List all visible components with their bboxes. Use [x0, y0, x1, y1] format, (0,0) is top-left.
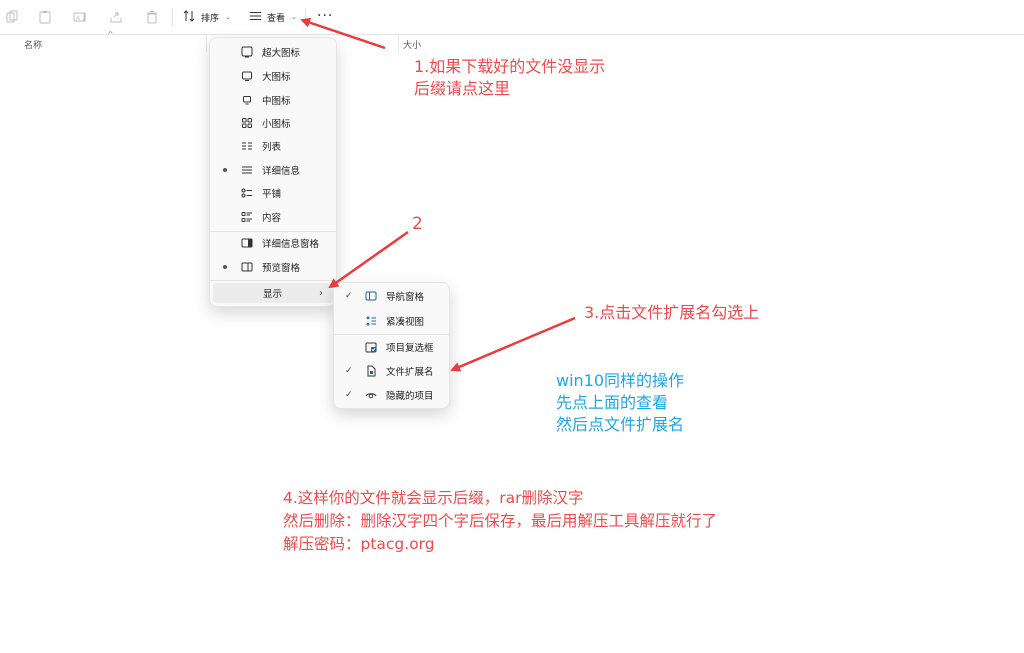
annotation-text: 然后删除：删除汉字四个字后保存，最后用解压工具解压就行了	[283, 512, 718, 530]
annotation-step3: 3.点击文件扩展名勾选上	[584, 303, 760, 322]
annotation-text: 先点上面的查看	[556, 393, 669, 412]
annotation-text: 解压密码：ptacg.org	[283, 535, 435, 553]
annotation-text: win10同样的操作	[556, 371, 685, 390]
annotation-step1: 1.如果下载好的文件没显示 后缀请点这里	[414, 56, 605, 100]
annotation-text: 4.这样你的文件就会显示后缀，rar删除汉字	[283, 489, 584, 507]
annotation-step2: 2	[412, 214, 423, 234]
arrow-to-show-item	[328, 230, 409, 289]
annotation-text: 然后点文件扩展名	[556, 415, 685, 434]
annotation-win10: win10同样的操作 先点上面的查看 然后点文件扩展名	[556, 370, 684, 436]
arrow-to-file-extensions	[450, 316, 576, 372]
annotation-step4: 4.这样你的文件就会显示后缀，rar删除汉字 然后删除：删除汉字四个字后保存，最…	[283, 487, 717, 556]
annotation-text: 后缀请点这里	[414, 79, 511, 98]
arrow-to-view-button	[300, 17, 386, 50]
annotation-text: 1.如果下载好的文件没显示	[414, 57, 606, 76]
